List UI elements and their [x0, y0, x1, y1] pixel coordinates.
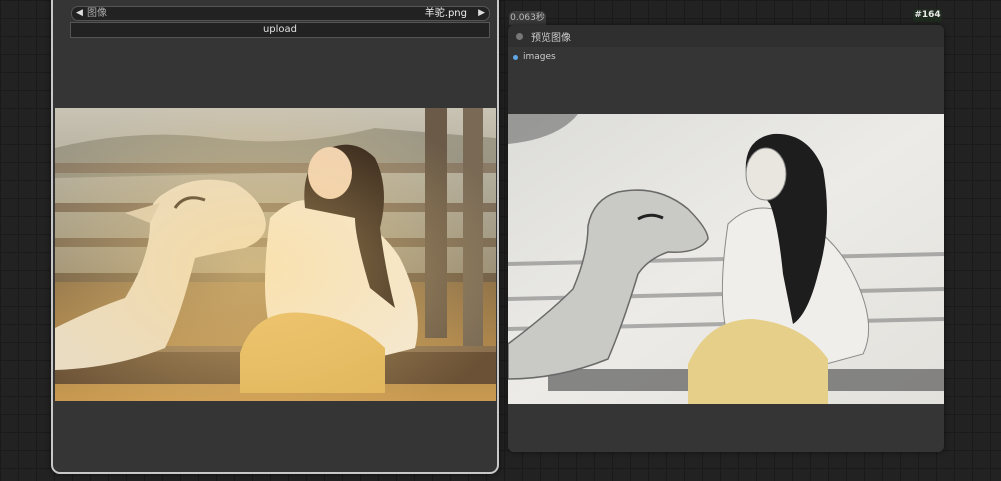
preview-node-title: 预览图像	[531, 33, 571, 44]
collapse-dot-icon[interactable]	[516, 33, 523, 40]
image-combo-value[interactable]: 羊驼.png	[425, 7, 467, 20]
image-combo-label: 图像	[87, 8, 107, 19]
images-input-label: images	[523, 52, 556, 62]
sketch-image-preview	[508, 114, 944, 404]
execution-time-badge: 0.063秒	[509, 11, 546, 25]
triangle-right-icon[interactable]: ▶	[478, 7, 485, 20]
images-input-slot-icon[interactable]	[513, 55, 518, 60]
source-image-preview	[55, 108, 496, 401]
preview-node-titlebar[interactable]: 预览图像	[508, 25, 944, 47]
upload-button[interactable]: upload	[70, 22, 490, 38]
node-id-badge: #164	[913, 9, 942, 22]
triangle-left-icon[interactable]: ◀	[76, 7, 83, 20]
image-select-combo[interactable]: ◀ 图像 羊驼.png ▶	[71, 6, 490, 21]
